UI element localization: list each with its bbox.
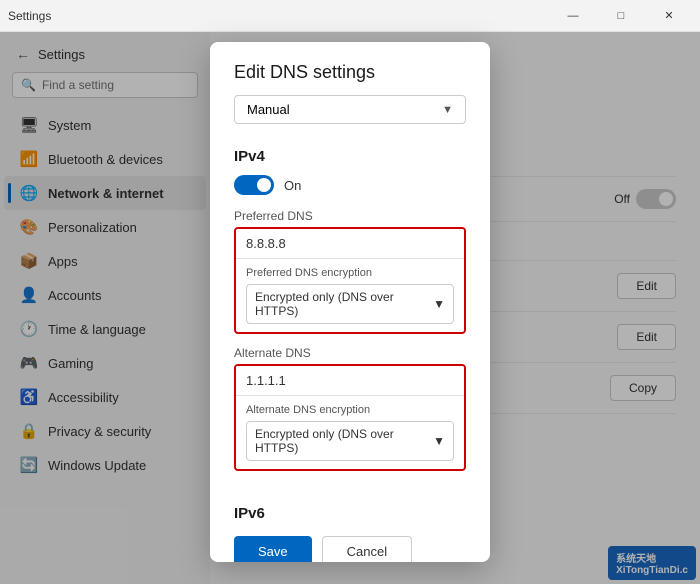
window-chrome: Settings — □ ✕	[0, 0, 700, 32]
mode-dropdown[interactable]: Manual ▼	[234, 95, 466, 124]
save-button[interactable]: Save	[234, 536, 312, 562]
minimize-button[interactable]: —	[550, 0, 596, 32]
modal-header: Edit DNS settings Manual ▼	[210, 42, 490, 136]
edit-dns-modal: Edit DNS settings Manual ▼ IPv4 On Prefe…	[210, 42, 490, 562]
window-title: Settings	[8, 9, 51, 23]
maximize-button[interactable]: □	[598, 0, 644, 32]
alternate-enc-value: Encrypted only (DNS over HTTPS)	[255, 427, 433, 455]
ipv4-toggle-label: On	[284, 178, 301, 193]
ipv4-section: IPv4 On Preferred DNS Preferred DNS encr…	[210, 136, 490, 495]
alternate-dns-input[interactable]	[236, 366, 464, 396]
alternate-enc-arrow-icon: ▼	[433, 434, 445, 448]
preferred-enc-row: Preferred DNS encryption Encrypted only …	[236, 259, 464, 332]
close-button[interactable]: ✕	[646, 0, 692, 32]
preferred-enc-label: Preferred DNS encryption	[246, 267, 454, 279]
ipv4-toggle-thumb	[257, 178, 271, 192]
preferred-dns-label: Preferred DNS	[234, 209, 466, 223]
ipv4-title: IPv4	[234, 148, 466, 165]
cancel-button[interactable]: Cancel	[322, 536, 412, 562]
alternate-enc-row: Alternate DNS encryption Encrypted only …	[236, 396, 464, 469]
preferred-dns-input[interactable]	[236, 229, 464, 259]
window-controls: — □ ✕	[550, 0, 692, 32]
preferred-enc-arrow-icon: ▼	[433, 297, 445, 311]
dropdown-arrow-icon: ▼	[442, 104, 453, 116]
mode-dropdown-label: Manual	[247, 102, 290, 117]
preferred-enc-value: Encrypted only (DNS over HTTPS)	[255, 290, 433, 318]
alternate-dns-group: Alternate DNS Alternate DNS encryption E…	[234, 346, 466, 471]
ipv4-toggle-row: On	[234, 175, 466, 195]
preferred-dns-box: Preferred DNS encryption Encrypted only …	[234, 227, 466, 334]
alternate-dns-box: Alternate DNS encryption Encrypted only …	[234, 364, 466, 471]
alternate-enc-label: Alternate DNS encryption	[246, 404, 454, 416]
modal-title: Edit DNS settings	[234, 62, 466, 83]
ipv4-toggle[interactable]	[234, 175, 274, 195]
modal-overlay: Edit DNS settings Manual ▼ IPv4 On Prefe…	[0, 32, 700, 584]
modal-footer: Save Cancel	[210, 522, 490, 562]
preferred-dns-group: Preferred DNS Preferred DNS encryption E…	[234, 209, 466, 334]
alternate-enc-dropdown[interactable]: Encrypted only (DNS over HTTPS) ▼	[246, 421, 454, 461]
alternate-dns-label: Alternate DNS	[234, 346, 466, 360]
preferred-enc-dropdown[interactable]: Encrypted only (DNS over HTTPS) ▼	[246, 284, 454, 324]
ipv6-title: IPv6	[210, 495, 490, 522]
